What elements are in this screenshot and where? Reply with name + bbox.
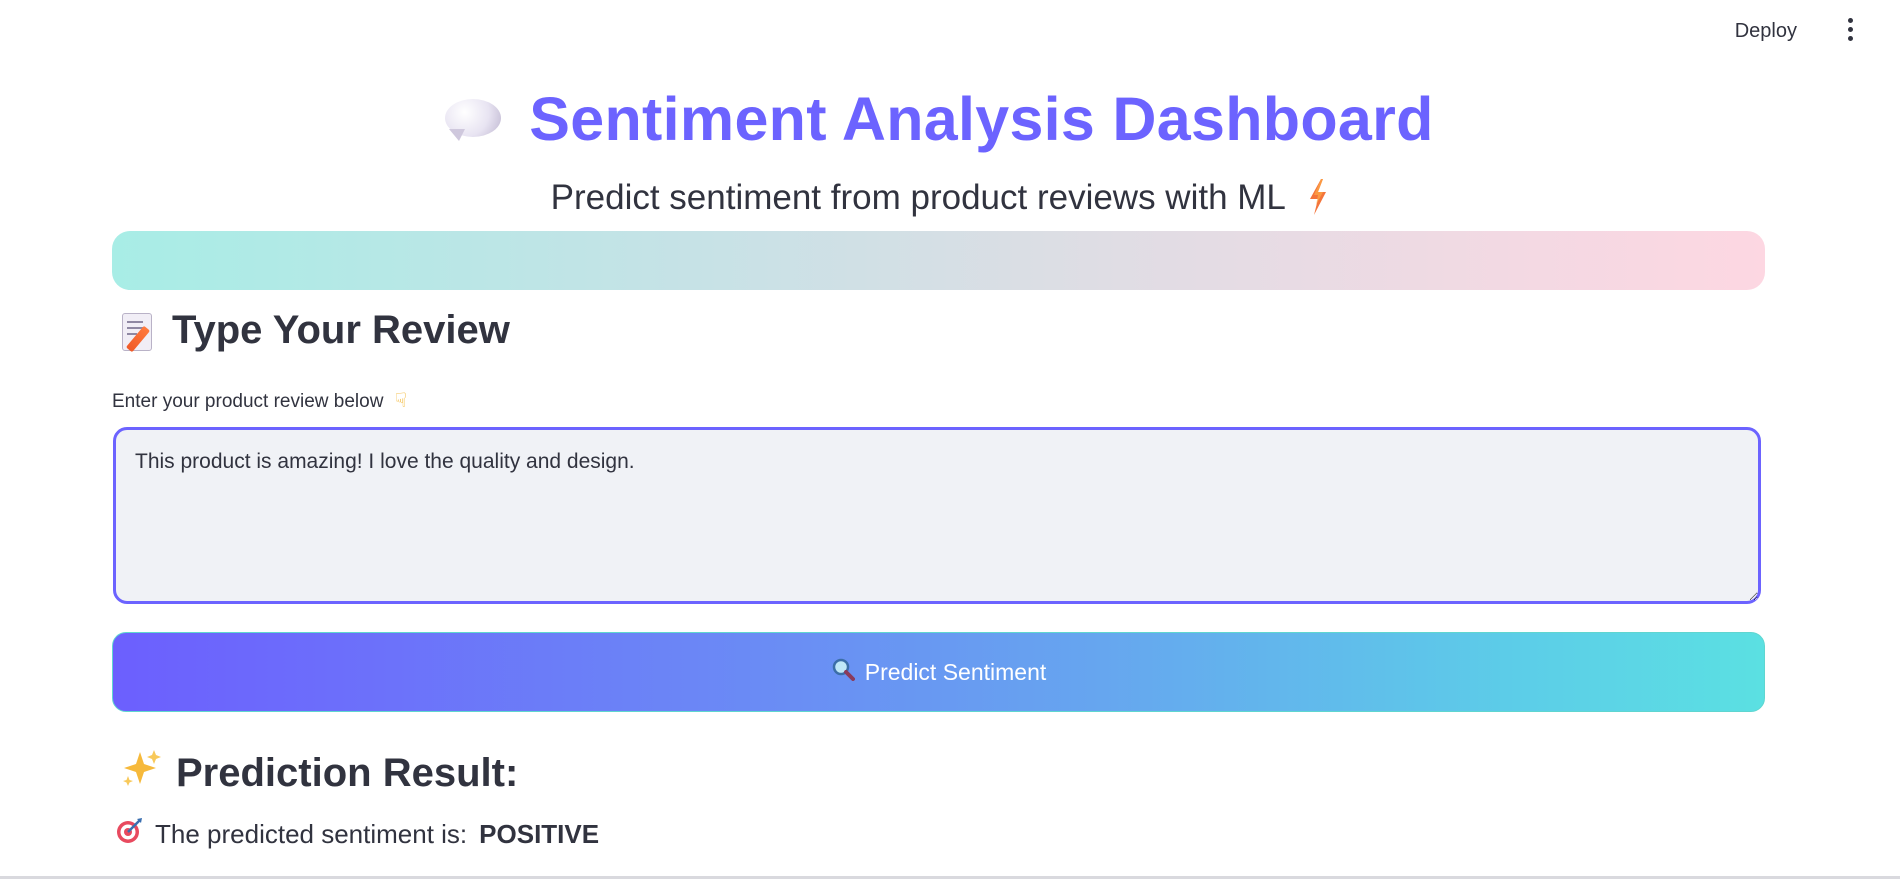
memo-icon bbox=[122, 311, 156, 352]
top-bar: Deploy bbox=[0, 0, 1900, 60]
gradient-banner bbox=[112, 231, 1765, 290]
page-subtitle-row: Predict sentiment from product reviews w… bbox=[112, 178, 1765, 218]
predict-sentiment-button[interactable]: Predict Sentiment bbox=[112, 632, 1765, 712]
review-input-label: Enter your product review below ☟ bbox=[112, 388, 407, 413]
review-heading-text: Type Your Review bbox=[172, 308, 510, 352]
predict-button-label: Predict Sentiment bbox=[864, 658, 1047, 685]
page-subtitle: Predict sentiment from product reviews w… bbox=[550, 178, 1285, 217]
magnifier-icon bbox=[831, 657, 855, 687]
lightning-icon bbox=[1308, 179, 1327, 215]
pointing-down-icon: ☟ bbox=[394, 390, 407, 412]
speech-bubble-icon bbox=[443, 95, 503, 143]
page-title: Sentiment Analysis Dashboard bbox=[529, 85, 1434, 153]
page-title-row: Sentiment Analysis Dashboard bbox=[112, 84, 1765, 164]
result-value: POSITIVE bbox=[479, 819, 600, 849]
deploy-button[interactable]: Deploy bbox=[1735, 15, 1797, 47]
review-section-heading: Type Your Review bbox=[122, 308, 510, 353]
result-prefix: The predicted sentiment is: bbox=[155, 819, 468, 849]
prediction-result: The predicted sentiment is: POSITIVE bbox=[115, 817, 599, 852]
review-input-label-text: Enter your product review below bbox=[112, 391, 384, 412]
kebab-menu-icon[interactable] bbox=[1842, 18, 1858, 44]
result-section-heading: Prediction Result: bbox=[122, 748, 518, 798]
result-heading-text: Prediction Result: bbox=[176, 750, 519, 795]
review-textarea[interactable]: This product is amazing! I love the qual… bbox=[113, 427, 1761, 604]
target-icon bbox=[115, 817, 143, 852]
sparkles-icon bbox=[122, 748, 162, 798]
